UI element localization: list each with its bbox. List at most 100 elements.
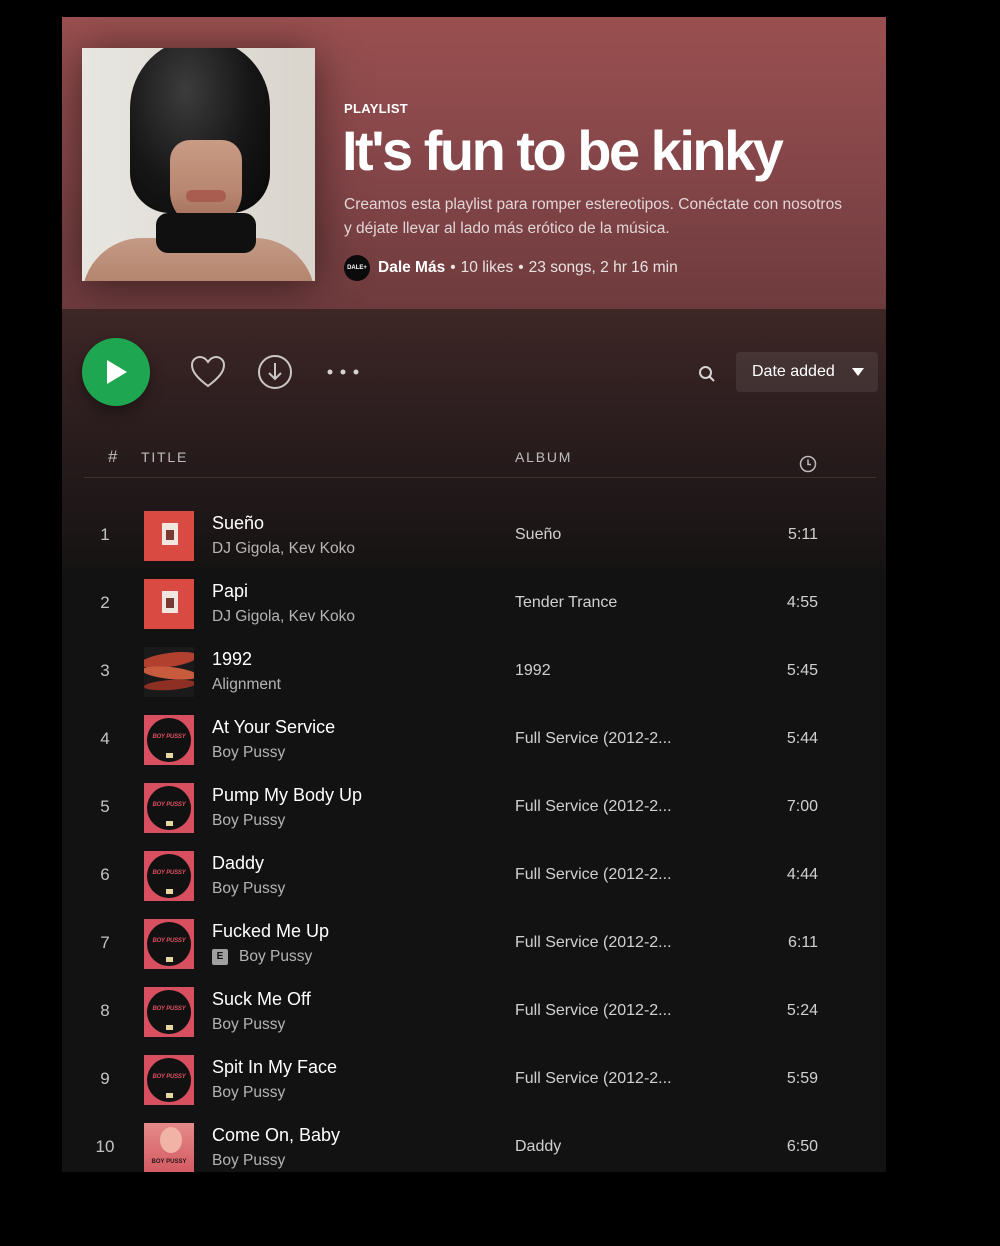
track-artist[interactable]: Boy Pussy (212, 744, 285, 762)
column-header-duration[interactable] (799, 448, 817, 473)
track-title[interactable]: Fucked Me Up (212, 921, 329, 942)
track-duration: 4:44 (786, 866, 818, 883)
track-artist[interactable]: Boy Pussy (212, 880, 285, 898)
playlist-window: PLAYLIST It's fun to be kinky Creamos es… (62, 17, 886, 1172)
artist-name[interactable]: Boy Pussy (239, 948, 312, 966)
artist-name[interactable]: Boy Pussy (212, 1152, 285, 1170)
sort-dropdown[interactable]: Date added (736, 352, 878, 392)
track-title[interactable]: Sueño (212, 513, 264, 534)
track-title[interactable]: Pump My Body Up (212, 785, 362, 806)
track-album[interactable]: Daddy (515, 1113, 561, 1172)
track-row[interactable]: 2 Papi DJ Gigola, Kev Koko Tender Trance… (84, 569, 876, 637)
artist-name[interactable]: DJ Gigola, Kev Koko (212, 540, 355, 558)
track-album[interactable]: Full Service (2012-2... (515, 909, 672, 977)
track-album[interactable]: Full Service (2012-2... (515, 1045, 672, 1113)
album-art-text: BOY PUSSY (152, 938, 186, 944)
track-artist[interactable]: DJ Gigola, Kev Koko (212, 540, 355, 558)
track-number: 1 (100, 525, 110, 544)
likes-count: 10 likes (460, 259, 514, 276)
artist-name[interactable]: Alignment (212, 676, 281, 694)
search-in-playlist-button[interactable] (694, 361, 720, 387)
caret-down-icon (852, 368, 864, 376)
album-art-text: BOY PUSSY (152, 870, 186, 876)
track-artist[interactable]: E Boy Pussy (212, 948, 312, 966)
track-number: 8 (100, 1001, 110, 1020)
like-button[interactable] (189, 353, 227, 391)
track-duration: 5:59 (786, 1070, 818, 1087)
track-duration: 5:24 (786, 1002, 818, 1019)
songs-duration: 23 songs, 2 hr 16 min (528, 259, 678, 276)
track-album[interactable]: Sueño (515, 501, 561, 569)
track-album[interactable]: Full Service (2012-2... (515, 705, 672, 773)
album-art: BOY PUSSY (144, 1123, 194, 1172)
track-number: 5 (100, 797, 110, 816)
artist-name[interactable]: Boy Pussy (212, 744, 285, 762)
track-number: 3 (100, 661, 110, 680)
owner-name-link[interactable]: Dale Más (378, 259, 445, 277)
track-album[interactable]: Full Service (2012-2... (515, 773, 672, 841)
track-duration: 4:55 (786, 594, 818, 611)
more-options-button[interactable] (324, 357, 362, 387)
track-title[interactable]: Spit In My Face (212, 1057, 337, 1078)
track-album[interactable]: Tender Trance (515, 569, 617, 637)
playlist-type-label: PLAYLIST (344, 101, 409, 116)
track-title[interactable]: 1992 (212, 649, 252, 670)
track-row[interactable]: 9 BOY PUSSY Spit In My Face Boy Pussy Fu… (84, 1045, 876, 1113)
track-row[interactable]: 1 Sueño DJ Gigola, Kev Koko Sueño 5:11 (84, 501, 876, 569)
column-header-number: # (108, 447, 118, 466)
explicit-badge: E (212, 949, 228, 965)
track-row[interactable]: 8 BOY PUSSY Suck Me Off Boy Pussy Full S… (84, 977, 876, 1045)
track-row[interactable]: 10 BOY PUSSY Come On, Baby Boy Pussy Dad… (84, 1113, 876, 1172)
playlist-header: PLAYLIST It's fun to be kinky Creamos es… (62, 17, 886, 309)
track-artist[interactable]: DJ Gigola, Kev Koko (212, 608, 355, 626)
track-artist[interactable]: Boy Pussy (212, 812, 285, 830)
artist-name[interactable]: Boy Pussy (212, 1084, 285, 1102)
track-row[interactable]: 3 1992 Alignment 1992 5:45 (84, 637, 876, 705)
track-title[interactable]: At Your Service (212, 717, 335, 738)
track-duration: 7:00 (786, 798, 818, 815)
track-row[interactable]: 7 BOY PUSSY Fucked Me Up E Boy Pussy Full… (84, 909, 876, 977)
artist-name[interactable]: DJ Gigola, Kev Koko (212, 608, 355, 626)
track-title[interactable]: Come On, Baby (212, 1125, 340, 1146)
column-header-title[interactable]: TITLE (141, 437, 188, 477)
more-icon (327, 369, 359, 375)
meta-separator: • (518, 259, 524, 276)
track-artist[interactable]: Alignment (212, 676, 281, 694)
play-icon (107, 360, 127, 384)
album-art (144, 579, 194, 629)
album-art (144, 647, 194, 697)
track-title[interactable]: Papi (212, 581, 248, 602)
track-album[interactable]: Full Service (2012-2... (515, 841, 672, 909)
album-art: BOY PUSSY (144, 783, 194, 833)
owner-avatar[interactable]: DALE+ (344, 255, 370, 281)
meta-separator: • (450, 259, 456, 276)
album-art: BOY PUSSY (144, 987, 194, 1037)
download-button[interactable] (256, 353, 294, 391)
clock-icon (799, 455, 817, 473)
album-art-text: BOY PUSSY (152, 1074, 186, 1080)
artist-name[interactable]: Boy Pussy (212, 1016, 285, 1034)
album-art-text: BOY PUSSY (152, 1006, 186, 1012)
track-row[interactable]: 5 BOY PUSSY Pump My Body Up Boy Pussy Fu… (84, 773, 876, 841)
track-title[interactable]: Daddy (212, 853, 264, 874)
artist-name[interactable]: Boy Pussy (212, 880, 285, 898)
album-art-text: BOY PUSSY (152, 734, 186, 740)
track-number: 4 (100, 729, 110, 748)
album-art-text: BOY PUSSY (152, 802, 186, 808)
track-row[interactable]: 6 BOY PUSSY Daddy Boy Pussy Full Service… (84, 841, 876, 909)
column-header-album[interactable]: ALBUM (515, 437, 572, 477)
track-row[interactable]: 4 BOY PUSSY At Your Service Boy Pussy Fu… (84, 705, 876, 773)
track-artist[interactable]: Boy Pussy (212, 1084, 285, 1102)
track-number: 10 (95, 1137, 115, 1156)
track-number: 2 (100, 593, 110, 612)
play-button[interactable] (82, 338, 150, 406)
track-album[interactable]: 1992 (515, 637, 551, 705)
track-title[interactable]: Suck Me Off (212, 989, 311, 1010)
artist-name[interactable]: Boy Pussy (212, 812, 285, 830)
track-artist[interactable]: Boy Pussy (212, 1152, 285, 1170)
album-art: BOY PUSSY (144, 919, 194, 969)
playlist-description: Creamos esta playlist para romper estere… (344, 196, 842, 237)
track-artist[interactable]: Boy Pussy (212, 1016, 285, 1034)
track-album[interactable]: Full Service (2012-2... (515, 977, 672, 1045)
track-duration: 5:45 (786, 662, 818, 679)
